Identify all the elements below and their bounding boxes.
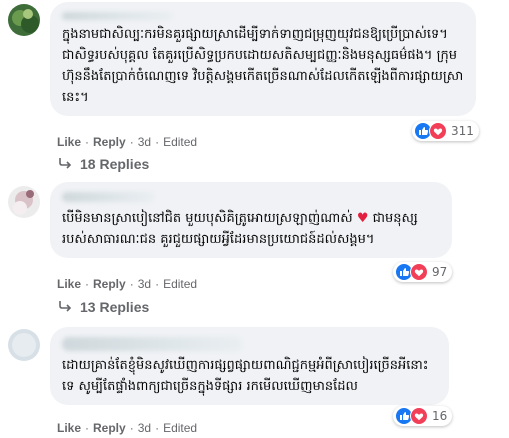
comment-text: បើមិនមានស្រាបៀនៅជិត មួយបុសិគិត្រូអោយស្រឡ… [62, 208, 440, 250]
reaction-count: 311 [451, 124, 474, 138]
reaction-summary[interactable]: 16 [393, 406, 453, 426]
comments-section: ក្នុងនាមជាសិល្បៈករមិនគួរផ្សាយស្រាដើម្បីទ… [0, 0, 509, 438]
view-replies-button[interactable]: 18 Replies [58, 156, 149, 172]
comment-actions: Like · Reply · 3d · Edited [57, 135, 197, 149]
view-replies-button[interactable]: 13 Replies [58, 299, 149, 315]
replies-count: 13 Replies [80, 299, 150, 315]
comment-text-part-1: បើមិនមានស្រាបៀនៅជិត មួយបុសិគិត្រូអោយស្រឡ… [62, 211, 353, 226]
reply-button[interactable]: Reply [93, 421, 126, 435]
reply-arrow-icon [58, 156, 72, 172]
edited-label: Edited [163, 135, 198, 149]
heart-icon [429, 122, 447, 140]
separator-dot: · [155, 277, 160, 291]
like-button[interactable]: Like [57, 277, 81, 291]
comment-actions: Like · Reply · 3d · Edited [57, 277, 197, 291]
reply-button[interactable]: Reply [93, 277, 126, 291]
separator-dot: · [85, 421, 90, 435]
separator-dot: · [85, 135, 90, 149]
reaction-summary[interactable]: 311 [412, 121, 479, 141]
separator-dot: · [129, 135, 134, 149]
separator-dot: · [155, 421, 160, 435]
timestamp[interactable]: 3d [138, 135, 151, 149]
separator-dot: · [85, 277, 90, 291]
heart-icon [410, 263, 428, 281]
timestamp[interactable]: 3d [138, 421, 151, 435]
reply-arrow-icon [58, 299, 72, 315]
comment-bubble: ក្នុងនាមជាសិល្បៈករមិនគួរផ្សាយស្រាដើម្បីទ… [50, 2, 476, 116]
like-button[interactable]: Like [57, 135, 81, 149]
avatar[interactable] [8, 329, 40, 361]
comment-actions: Like · Reply · 3d · Edited [57, 421, 197, 435]
replies-count: 18 Replies [80, 156, 150, 172]
separator-dot: · [129, 421, 134, 435]
heart-emoji-icon: ♥ [356, 211, 369, 226]
comment-bubble: បើមិនមានស្រាបៀនៅជិត មួយបុសិគិត្រូអោយស្រឡ… [50, 182, 452, 258]
comment-text: ដោយគ្រាន់តែខ្ញុំមិនសូវឃើញការផ្សព្វផ្សាយព… [62, 358, 429, 394]
reply-button[interactable]: Reply [93, 135, 126, 149]
author-name[interactable] [62, 12, 172, 20]
timestamp[interactable]: 3d [138, 277, 151, 291]
reaction-summary[interactable]: 97 [393, 262, 453, 282]
comment-text: ក្នុងនាមជាសិល្បៈករមិនគួរផ្សាយស្រាដើម្បីទ… [62, 27, 464, 105]
reaction-count: 97 [432, 265, 448, 279]
comment-thread-1: ក្នុងនាមជាសិល្បៈករមិនគួរផ្សាយស្រាដើម្បីទ… [0, 0, 509, 175]
separator-dot: · [155, 135, 160, 149]
reaction-count: 16 [432, 409, 448, 423]
avatar[interactable] [8, 4, 40, 36]
heart-icon [410, 407, 428, 425]
author-name[interactable] [62, 192, 154, 202]
edited-label: Edited [163, 277, 198, 291]
comment-bubble: ដោយគ្រាន់តែខ្ញុំមិនសូវឃើញការផ្សព្វផ្សាយព… [50, 327, 449, 405]
comment-thread-3: ដោយគ្រាន់តែខ្ញុំមិនសូវឃើញការផ្សព្វផ្សាយព… [0, 325, 509, 438]
separator-dot: · [129, 277, 134, 291]
comment-thread-2: បើមិនមានស្រាបៀនៅជិត មួយបុសិគិត្រូអោយស្រឡ… [0, 180, 509, 320]
author-name[interactable] [62, 337, 242, 351]
edited-label: Edited [163, 421, 198, 435]
like-button[interactable]: Like [57, 421, 81, 435]
avatar[interactable] [8, 186, 40, 218]
